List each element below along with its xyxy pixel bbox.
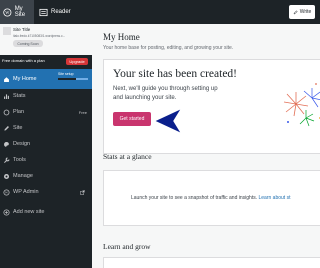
- sidebar-item-label: Stats: [13, 93, 26, 99]
- sidebar-item-label: WP Admin: [13, 189, 39, 195]
- site-created-card: Your site has been created! Next, we'll …: [103, 59, 320, 154]
- progress-fill: [58, 78, 76, 80]
- sidebar-item-my-home[interactable]: My Home Site setup: [0, 69, 92, 89]
- my-site-tab[interactable]: W My Site: [0, 0, 34, 24]
- reader-tab[interactable]: Reader: [35, 0, 75, 24]
- upgrade-button[interactable]: Upgrade: [66, 57, 88, 65]
- sidebar-item-label: Plan: [13, 109, 25, 115]
- sidebar-item-label: My Home: [13, 76, 37, 82]
- plan-icon: [3, 109, 10, 115]
- site-card[interactable]: Site Title italo.fredo.k7105083/1.wordpr…: [0, 24, 92, 55]
- sidebar: Site Title italo.fredo.k7105083/1.wordpr…: [0, 24, 92, 268]
- svg-text:W: W: [5, 10, 10, 15]
- fireworks-illustration: [283, 83, 320, 127]
- reader-label: Reader: [51, 9, 71, 15]
- site-icon: [3, 27, 11, 35]
- pencil-icon: [293, 9, 298, 14]
- learn-card: [103, 257, 320, 268]
- write-button[interactable]: Write: [289, 5, 315, 19]
- learn-about-stats-link[interactable]: Learn about st: [259, 195, 291, 201]
- sidebar-item-stats[interactable]: Stats: [0, 88, 92, 104]
- main-content: My Home Your home base for posting, edit…: [92, 24, 320, 268]
- gear-icon: [3, 173, 10, 179]
- sidebar-item-site[interactable]: Site: [0, 120, 92, 136]
- sidebar-item-label: Design: [13, 141, 31, 147]
- sidebar-item-label: Tools: [13, 157, 26, 163]
- promo-text: Free domain with a plan: [2, 58, 45, 63]
- sidebar-item-design[interactable]: Design: [0, 136, 92, 152]
- stats-icon: [4, 93, 9, 99]
- add-icon: [3, 208, 10, 216]
- stats-message: Launch your site to see a snapshot of tr…: [131, 195, 258, 201]
- sidebar-item-label: Manage: [13, 173, 33, 179]
- plan-badge: Free: [78, 109, 87, 115]
- write-label: Write: [299, 9, 312, 15]
- site-created-title: Your site has been created!: [113, 68, 238, 80]
- sidebar-item-wp-admin[interactable]: W WP Admin: [0, 184, 92, 200]
- sidebar-item-label: Site: [13, 125, 23, 131]
- tools-icon: [4, 157, 10, 163]
- learn-section-title: Learn and grow: [103, 242, 151, 251]
- site-setup-progress: Site setup: [58, 72, 88, 80]
- my-site-label: My Site: [14, 6, 26, 18]
- site-created-text: Next, we'll guide you through setting up…: [113, 86, 218, 101]
- sidebar-item-manage[interactable]: Manage: [0, 168, 92, 184]
- stats-card: Launch your site to see a snapshot of tr…: [103, 170, 320, 226]
- sidebar-item-label: Add new site: [13, 209, 45, 215]
- stats-section-title: Stats at a glance: [103, 152, 152, 161]
- site-icon: [4, 125, 9, 131]
- domain-promo: Free domain with a plan Upgrade: [0, 56, 92, 66]
- site-setup-label: Site setup: [58, 72, 74, 76]
- stats-empty-text: Launch your site to see a snapshot of tr…: [131, 195, 290, 201]
- page-title: My Home: [103, 32, 140, 42]
- wordpress-icon: W: [3, 188, 10, 196]
- wordpress-icon: W: [3, 7, 12, 17]
- external-link-icon: [80, 189, 85, 195]
- annotation-arrow-icon: [153, 107, 183, 135]
- page-subtitle: Your home base for posting, editing, and…: [103, 45, 234, 51]
- masterbar: W My Site Reader Write: [0, 0, 320, 24]
- site-url[interactable]: italo.fredo.k7105083/1.wordpress.c...: [13, 34, 65, 38]
- get-started-button[interactable]: Get started: [113, 112, 151, 126]
- coming-soon-badge: Coming Soon: [13, 40, 43, 47]
- home-icon: [4, 76, 9, 82]
- reader-icon: [39, 8, 48, 16]
- sidebar-item-plan[interactable]: Plan Free: [0, 104, 92, 120]
- design-icon: [4, 141, 9, 147]
- progress-bar: [58, 78, 88, 80]
- sidebar-item-add-new-site[interactable]: Add new site: [0, 204, 92, 220]
- sidebar-item-tools[interactable]: Tools: [0, 152, 92, 168]
- site-title: Site Title: [13, 27, 31, 32]
